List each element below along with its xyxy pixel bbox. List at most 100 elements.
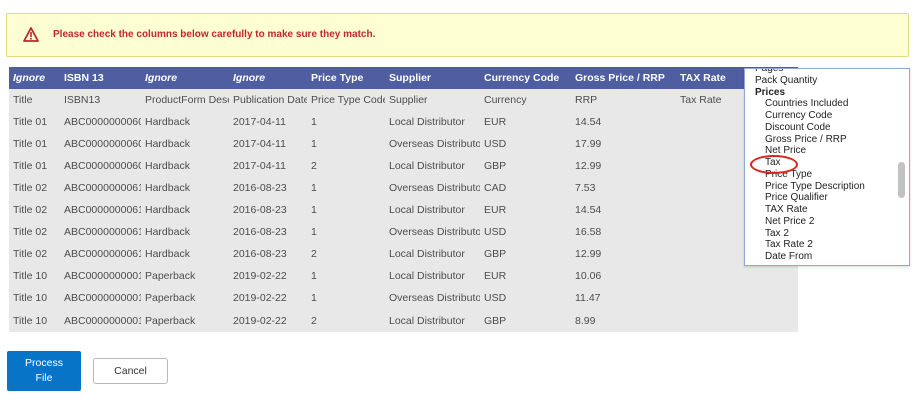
table-cell: Hardback — [141, 199, 229, 221]
table-cell: Title 02 — [9, 221, 60, 243]
table-cell: ABC0000000061 — [60, 221, 141, 243]
table-cell: Title 01 — [9, 133, 60, 155]
table-row: Title 10 ABC0000000001 Paperback 2019-02-22… — [9, 309, 798, 332]
dropdown-option[interactable]: Discount Code — [745, 122, 895, 134]
table-cell: 1 — [307, 111, 385, 133]
column-header-select[interactable]: Ignore — [9, 67, 60, 89]
dropdown-option[interactable]: Currency Code — [745, 110, 895, 122]
dropdown-option[interactable]: Pages — [745, 69, 895, 75]
table-cell: Hardback — [141, 177, 229, 199]
process-file-button[interactable]: Process File — [7, 351, 81, 391]
source-header-cell: Currency — [480, 89, 571, 111]
warning-message: Please check the columns below carefully… — [53, 29, 376, 40]
dropdown-option[interactable]: TAX Rate — [745, 204, 895, 216]
table-cell: 8.99 — [571, 309, 676, 332]
table-row: Title 10 ABC0000000001 Paperback 2019-02-22… — [9, 265, 798, 287]
table-cell: 1 — [307, 133, 385, 155]
table-row: Title 02 ABC0000000061 Hardback 2016-08-23 2… — [9, 243, 798, 265]
table-row: Title 01 ABC0000000060 Hardback 2017-04-11 2… — [9, 155, 798, 177]
table-cell: ABC0000000061 — [60, 199, 141, 221]
dropdown-option[interactable]: Date From — [745, 251, 895, 263]
table-cell: 12.99 — [571, 155, 676, 177]
table-cell: 2016-08-23 — [229, 199, 307, 221]
warning-banner: Please check the columns below carefully… — [6, 13, 909, 57]
table-cell: 14.54 — [571, 111, 676, 133]
table-cell: EUR — [480, 265, 571, 287]
table-cell: GBP — [480, 243, 571, 265]
table-cell: ABC0000000060 — [60, 155, 141, 177]
table-cell: 17.99 — [571, 133, 676, 155]
table-cell: Paperback — [141, 309, 229, 332]
column-header-select[interactable]: Ignore — [141, 67, 229, 89]
table-cell: 2019-02-22 — [229, 287, 307, 309]
dropdown-option[interactable]: Net Price 2 — [745, 216, 895, 228]
table-row: Title 01 ABC0000000060 Hardback 2017-04-11 1… — [9, 111, 798, 133]
column-header-select[interactable]: Currency Code — [480, 67, 571, 89]
table-body: Title ISBN13 ProductForm Desc Publication D… — [9, 89, 798, 332]
table-cell: GBP — [480, 309, 571, 332]
table-cell: 2 — [307, 309, 385, 332]
table-cell: 2 — [307, 155, 385, 177]
dropdown-option[interactable]: Tax Rate 2 — [745, 239, 895, 251]
table-cell: 2019-02-22 — [229, 309, 307, 332]
dropdown-scrollbar-thumb[interactable] — [898, 162, 905, 198]
option-group-label: Prices — [755, 86, 786, 98]
table-cell: 1 — [307, 221, 385, 243]
table-cell: Overseas Distributor — [385, 133, 480, 155]
column-header-select[interactable]: Gross Price / RRP — [571, 67, 676, 89]
table-cell: 16.58 — [571, 221, 676, 243]
table-cell: CAD — [480, 177, 571, 199]
warning-triangle-icon — [23, 27, 39, 42]
table-cell: 1 — [307, 199, 385, 221]
table-cell: ABC0000000001 — [60, 265, 141, 287]
table-cell: ABC0000000061 — [60, 243, 141, 265]
table-cell: EUR — [480, 199, 571, 221]
table-cell: 2016-08-23 — [229, 243, 307, 265]
table-cell: 7.53 — [571, 177, 676, 199]
table-cell: Hardback — [141, 221, 229, 243]
table-cell: 2017-04-11 — [229, 111, 307, 133]
column-select-dropdown[interactable]: Pages Pack Quantity Prices Countries Includ… — [744, 68, 910, 266]
table-cell: USD — [480, 221, 571, 243]
cancel-button[interactable]: Cancel — [93, 358, 168, 384]
dropdown-option[interactable]: Pack Quantity — [745, 75, 895, 87]
table-cell: 2017-04-11 — [229, 155, 307, 177]
table-row: Title 01 ABC0000000060 Hardback 2017-04-11 1… — [9, 133, 798, 155]
source-header-cell: Title — [9, 89, 60, 111]
table-cell — [676, 309, 798, 332]
table-cell: Title 10 — [9, 265, 60, 287]
table-cell: GBP — [480, 155, 571, 177]
dropdown-option[interactable]: Tax 2 — [745, 228, 895, 240]
table-cell: Title 02 — [9, 243, 60, 265]
dropdown-option[interactable]: Price Type Description — [745, 181, 895, 193]
column-header-select[interactable]: Ignore — [229, 67, 307, 89]
table-cell: USD — [480, 133, 571, 155]
column-header-select[interactable]: Supplier — [385, 67, 480, 89]
table-row: Title 02 ABC0000000061 Hardback 2016-08-23 1… — [9, 177, 798, 199]
dropdown-option[interactable]: Tax — [745, 157, 895, 169]
table-cell — [676, 265, 798, 287]
table-cell: EUR — [480, 111, 571, 133]
table-cell: Hardback — [141, 111, 229, 133]
table-cell: Local Distributor — [385, 111, 480, 133]
source-header-row: Title ISBN13 ProductForm Desc Publication D… — [9, 89, 798, 111]
table-cell: 2016-08-23 — [229, 177, 307, 199]
table-cell: Overseas Distributor — [385, 177, 480, 199]
dropdown-option[interactable]: Countries Included — [745, 98, 895, 110]
dropdown-option[interactable]: Price Qualifier — [745, 192, 895, 204]
column-header-select[interactable]: ISBN 13 — [60, 67, 141, 89]
dropdown-scrollbar[interactable] — [895, 69, 909, 265]
table-cell: Title 10 — [9, 287, 60, 309]
table-cell: 11.47 — [571, 287, 676, 309]
table-cell: Local Distributor — [385, 243, 480, 265]
dropdown-option[interactable]: Net Price — [745, 145, 895, 157]
table-cell: Hardback — [141, 243, 229, 265]
table-cell: ABC0000000060 — [60, 111, 141, 133]
table-cell: Overseas Distributor — [385, 221, 480, 243]
dropdown-option[interactable]: Gross Price / RRP — [745, 134, 895, 146]
column-options-list[interactable]: Pages Pack Quantity Prices Countries Includ… — [745, 69, 895, 263]
column-header-select[interactable]: Price Type — [307, 67, 385, 89]
dropdown-option[interactable]: Price Type — [745, 169, 895, 181]
column-mapping-header-row: Ignore ISBN 13 Ignore Ignore Price Type Suppl… — [9, 67, 798, 89]
table-cell: 10.06 — [571, 265, 676, 287]
